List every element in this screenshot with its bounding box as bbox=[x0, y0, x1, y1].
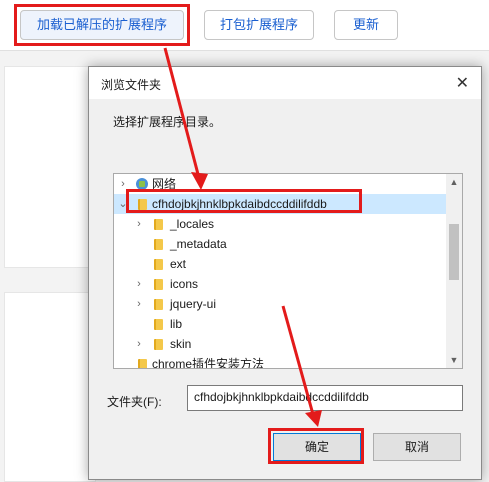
dialog-instruction: 选择扩展程序目录。 bbox=[113, 115, 222, 129]
tree-item-label: icons bbox=[170, 277, 199, 291]
tree-item-skin[interactable]: › skin bbox=[114, 334, 448, 354]
tree-item-icons[interactable]: › icons bbox=[114, 274, 448, 294]
scroll-up-icon[interactable]: ▲ bbox=[446, 174, 462, 190]
scroll-thumb[interactable] bbox=[449, 224, 459, 280]
tree-item-metadata[interactable]: _metadata bbox=[114, 234, 448, 254]
tree-item-label: chrome插件安装方法 bbox=[152, 357, 265, 369]
tree-item-label: cfhdojbkjhnklbpkdaibdccddilifddb bbox=[152, 197, 327, 211]
browse-folder-dialog: 浏览文件夹 ✕ 选择扩展程序目录。 › 网络 ⌄ cfhdojbkjhnklbp… bbox=[88, 66, 482, 480]
folder-icon bbox=[138, 359, 147, 368]
folder-icon bbox=[154, 259, 163, 270]
chevron-down-icon[interactable]: ⌄ bbox=[118, 194, 128, 214]
folder-icon bbox=[154, 239, 163, 250]
network-icon bbox=[136, 178, 148, 190]
folder-icon bbox=[154, 279, 163, 290]
extensions-toolbar: 加载已解压的扩展程序 打包扩展程序 更新 bbox=[0, 0, 489, 51]
update-button[interactable]: 更新 bbox=[334, 10, 398, 40]
folder-icon bbox=[154, 219, 163, 230]
extension-card-background bbox=[4, 66, 96, 268]
chevron-right-icon[interactable]: › bbox=[134, 274, 144, 294]
folder-icon bbox=[154, 319, 163, 330]
chevron-right-icon[interactable]: › bbox=[134, 334, 144, 354]
chevron-right-icon[interactable]: › bbox=[134, 214, 144, 234]
ok-button[interactable]: 确定 bbox=[273, 433, 361, 461]
load-unpacked-button[interactable]: 加载已解压的扩展程序 bbox=[20, 10, 184, 40]
cancel-button[interactable]: 取消 bbox=[373, 433, 461, 461]
folder-icon bbox=[154, 339, 163, 350]
tree-item-lib[interactable]: lib bbox=[114, 314, 448, 334]
dialog-title: 浏览文件夹 bbox=[101, 78, 162, 92]
folder-field[interactable]: cfhdojbkjhnklbpkdaibdccddilifddb bbox=[187, 385, 463, 411]
tree-item-label: skin bbox=[170, 337, 192, 351]
tree-item-label: lib bbox=[170, 317, 183, 331]
folder-icon bbox=[138, 199, 147, 210]
tree-item-label: _metadata bbox=[170, 237, 227, 251]
tree-item-install-guide[interactable]: chrome插件安装方法 bbox=[114, 354, 448, 369]
tree-item-locales[interactable]: › _locales bbox=[114, 214, 448, 234]
pack-extension-button[interactable]: 打包扩展程序 bbox=[204, 10, 314, 40]
folder-tree[interactable]: › 网络 ⌄ cfhdojbkjhnklbpkdaibdccddilifddb … bbox=[113, 173, 463, 369]
close-icon[interactable]: ✕ bbox=[456, 73, 469, 93]
tree-item-label: 网络 bbox=[152, 177, 177, 191]
chevron-right-icon[interactable]: › bbox=[118, 174, 128, 194]
tree-item-network[interactable]: › 网络 bbox=[114, 174, 448, 194]
folder-icon bbox=[154, 299, 163, 310]
tree-item-label: _locales bbox=[170, 217, 215, 231]
tree-item-selected-folder[interactable]: ⌄ cfhdojbkjhnklbpkdaibdccddilifddb bbox=[114, 194, 448, 214]
extension-card-background bbox=[4, 292, 96, 482]
dialog-titlebar: 浏览文件夹 ✕ bbox=[89, 67, 481, 99]
tree-scrollbar[interactable]: ▲ ▼ bbox=[446, 174, 462, 368]
tree-item-label: jquery-ui bbox=[170, 297, 217, 311]
folder-field-label: 文件夹(F): bbox=[107, 395, 162, 409]
tree-item-label: ext bbox=[170, 257, 187, 271]
tree-item-jquery-ui[interactable]: › jquery-ui bbox=[114, 294, 448, 314]
scroll-down-icon[interactable]: ▼ bbox=[446, 352, 462, 368]
tree-item-ext[interactable]: ext bbox=[114, 254, 448, 274]
chevron-right-icon[interactable]: › bbox=[134, 294, 144, 314]
